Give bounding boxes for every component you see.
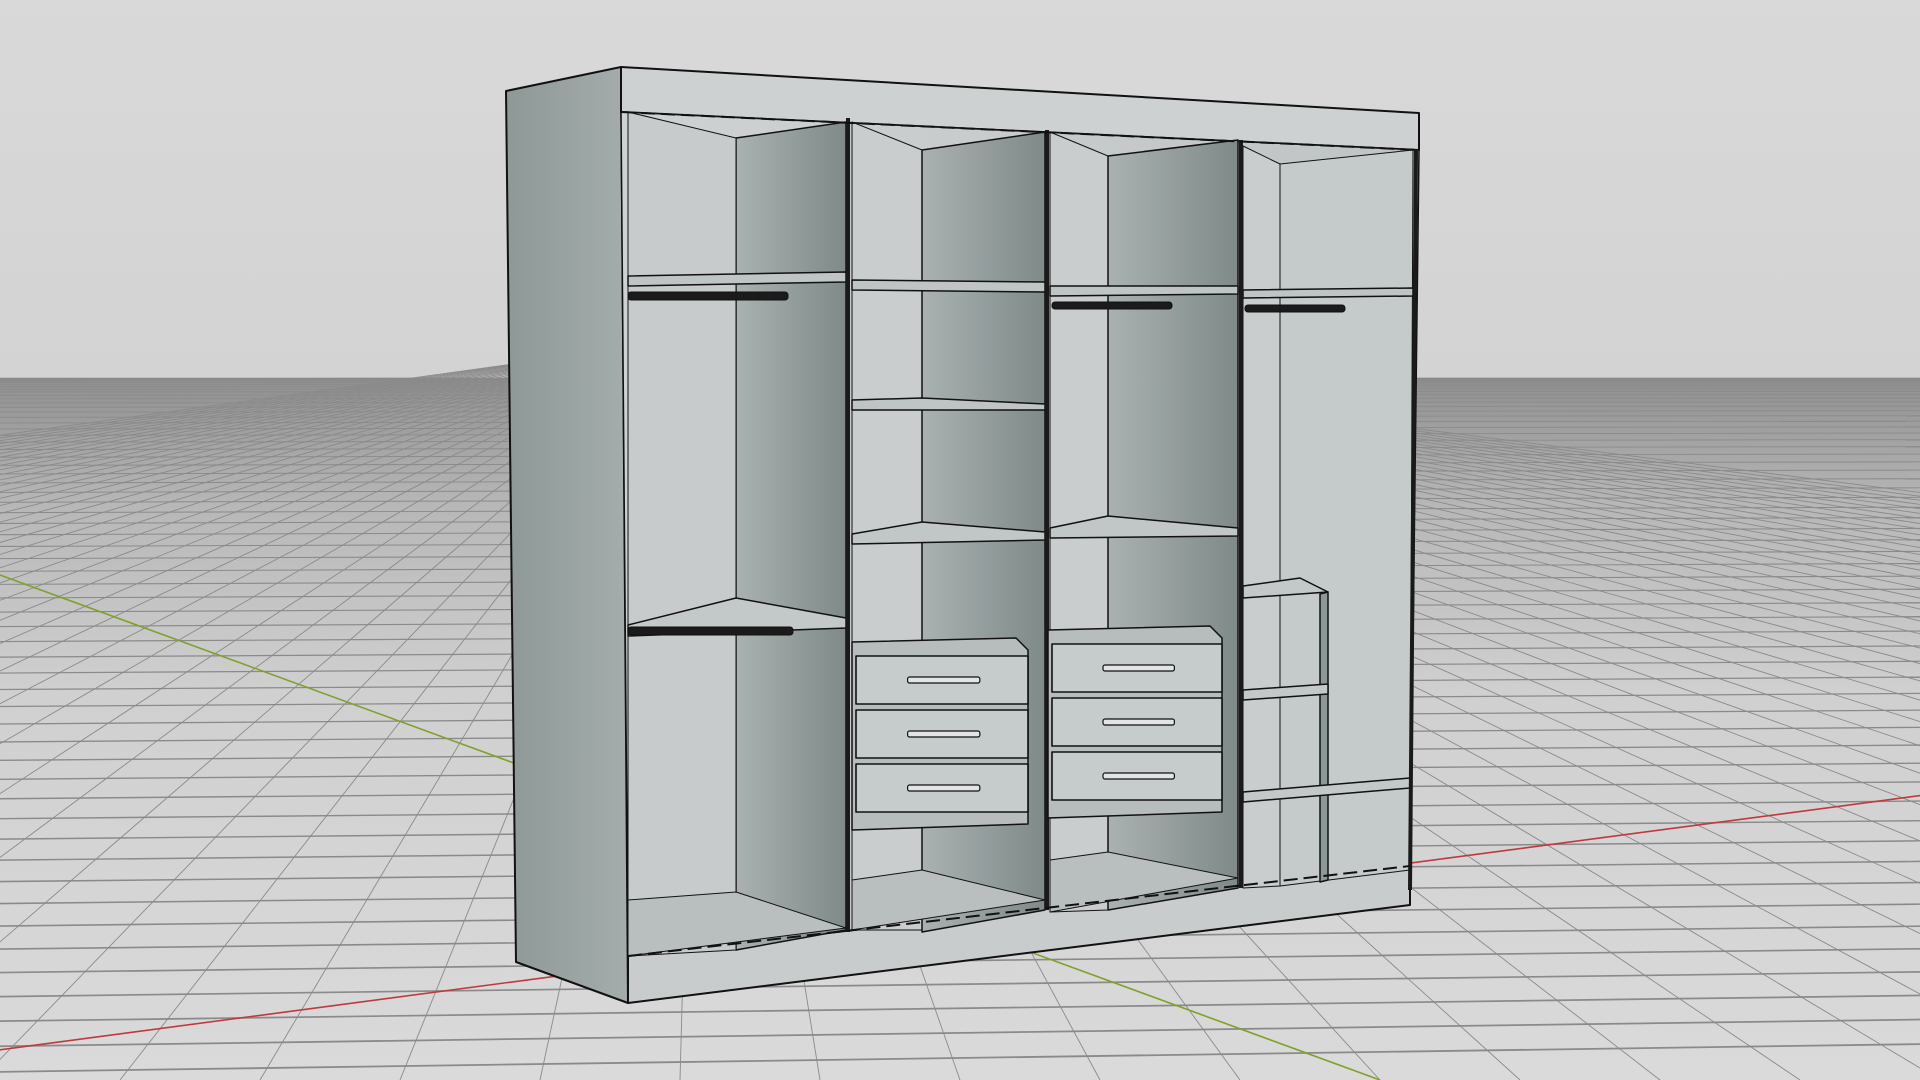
col4-left-inner	[1242, 145, 1281, 889]
col1-right-divider[interactable]	[735, 121, 847, 951]
col4-shelf-top[interactable]	[1242, 287, 1414, 299]
drawer-handle-col3-1[interactable]	[1102, 664, 1176, 672]
col1-hanging-rail-bottom[interactable]	[627, 626, 794, 636]
col3-hanging-rail[interactable]	[1051, 301, 1173, 310]
drawer-unit-col2[interactable]	[851, 637, 1029, 831]
col1-hanging-rail-top[interactable]	[627, 291, 789, 301]
col1-left-inner	[627, 111, 737, 957]
3d-viewport[interactable]: wardrobe perspective shaded-with-edges	[0, 0, 1920, 1080]
column-4[interactable]	[1242, 145, 1414, 889]
drawer-handle-col2-1[interactable]	[906, 676, 981, 684]
drawer-handle-col2-2[interactable]	[906, 730, 981, 738]
drawer-unit-col3[interactable]	[1047, 625, 1223, 819]
col2-shelf-top[interactable]	[851, 279, 1046, 293]
wardrobe-model[interactable]	[505, 66, 1420, 1004]
col3-shelf-top[interactable]	[1049, 285, 1239, 297]
col4-hanging-rail[interactable]	[1244, 304, 1346, 313]
left-side-panel[interactable]	[505, 66, 629, 1004]
viewport-canvas[interactable]	[0, 0, 1920, 1080]
col4-tower-side[interactable]	[1319, 591, 1329, 883]
drawer-handle-col2-3[interactable]	[906, 784, 981, 792]
col4-back-inner	[1279, 149, 1414, 887]
drawer-handle-col3-2[interactable]	[1102, 718, 1176, 726]
column-1[interactable]	[627, 111, 847, 957]
drawer-handle-col3-3[interactable]	[1102, 772, 1176, 780]
